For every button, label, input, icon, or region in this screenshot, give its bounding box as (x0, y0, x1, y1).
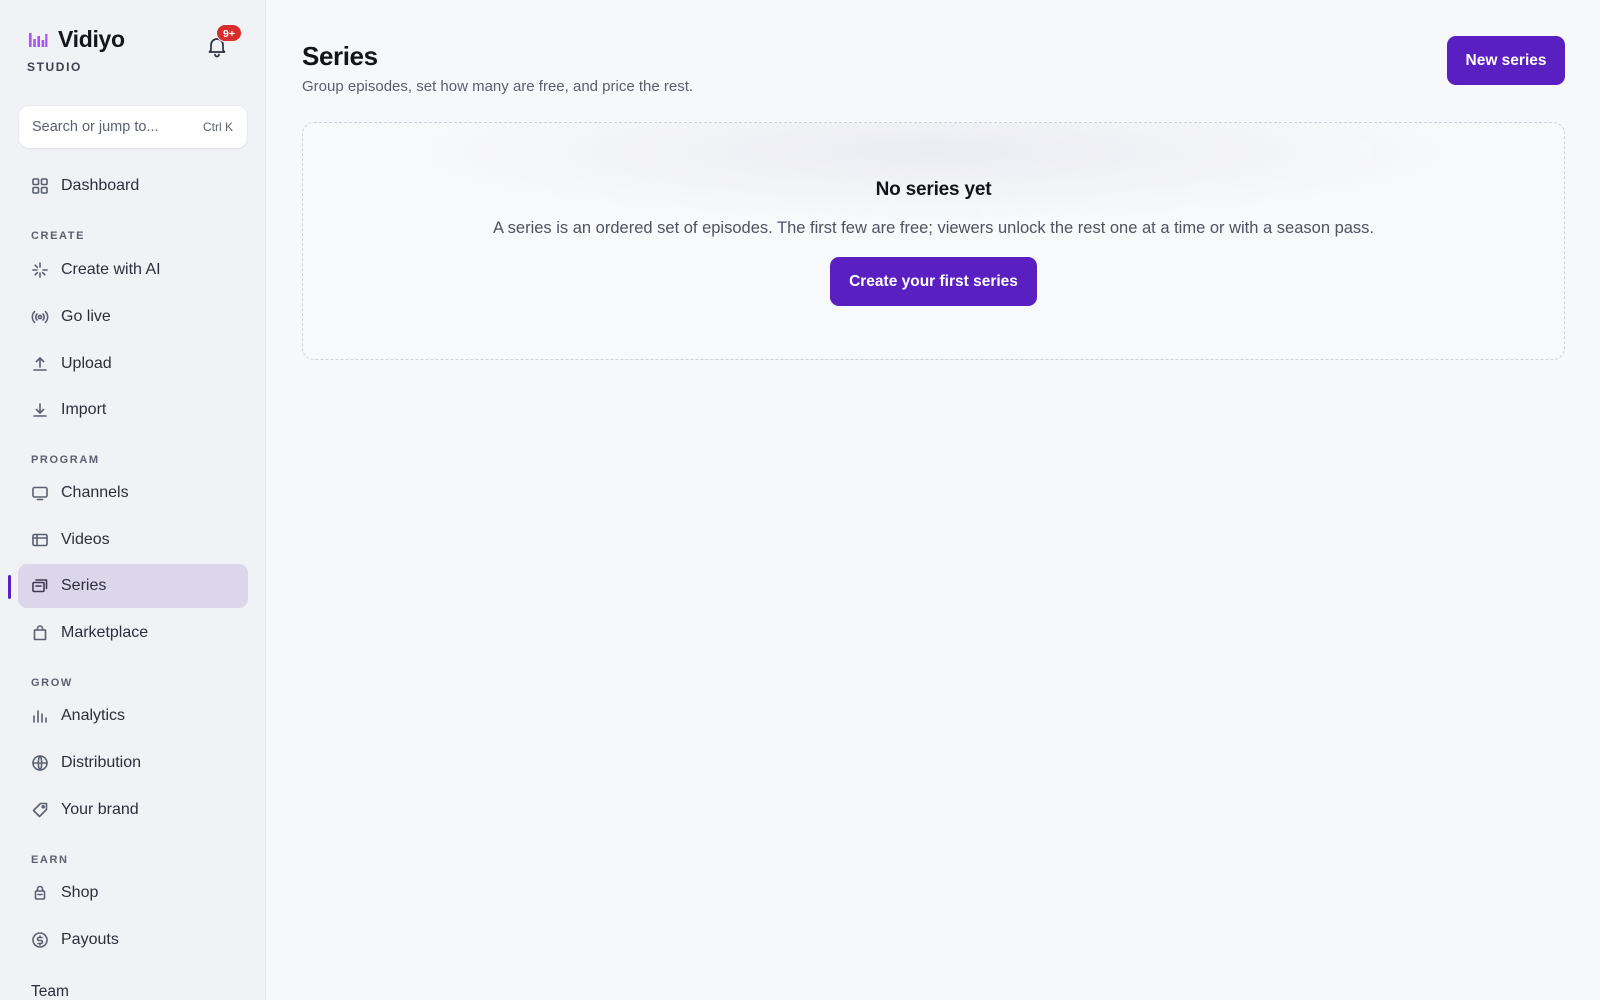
brand-name: Vidiyo (58, 26, 125, 52)
search-input[interactable]: Search or jump to... Ctrl K (19, 106, 247, 148)
sparkle-icon (31, 261, 49, 279)
search-shortcut: Ctrl K (203, 120, 233, 134)
sidebar-item-label: Distribution (61, 754, 142, 771)
sidebar-item-label: Create with AI (61, 261, 161, 278)
broadcast-icon (31, 308, 49, 326)
notification-badge: 9+ (216, 24, 242, 42)
monitor-icon (31, 484, 49, 502)
empty-state-title: No series yet (875, 179, 992, 200)
download-icon (31, 401, 49, 419)
sidebar-item-import[interactable]: Import (18, 388, 248, 432)
sidebar-item-shop[interactable]: Shop (18, 871, 248, 915)
sidebar-item-analytics[interactable]: Analytics (18, 694, 248, 738)
sidebar-item-label: Payouts (61, 931, 119, 948)
tag-icon (31, 801, 49, 819)
sidebar-item-marketplace[interactable]: Marketplace (18, 611, 248, 655)
brand[interactable]: Vidiyo (28, 26, 125, 53)
sidebar-item-label: Shop (61, 884, 99, 901)
sidebar-item-label: Channels (61, 484, 129, 501)
page-subtitle: Group episodes, set how many are free, a… (302, 78, 694, 95)
sidebar-item-label: Series (61, 577, 107, 594)
sidebar-item-label: Upload (61, 355, 112, 372)
sidebar-item-label: Videos (61, 531, 110, 548)
sidebar-item-label: Dashboard (61, 177, 140, 194)
globe-icon (31, 754, 49, 772)
create-first-series-button[interactable]: Create your first series (830, 257, 1037, 306)
active-indicator (8, 575, 11, 599)
section-label-grow: GROW (31, 677, 73, 689)
sidebar-item-dashboard[interactable]: Dashboard (18, 164, 248, 208)
section-label-program: PROGRAM (31, 454, 100, 466)
section-label-earn: EARN (31, 854, 69, 866)
sidebar-item-team[interactable]: Team (31, 983, 69, 1000)
sidebar-item-label: Marketplace (61, 624, 149, 641)
empty-state-description: A series is an ordered set of episodes. … (492, 219, 1375, 237)
sidebar-item-label: Analytics (61, 707, 126, 724)
dollar-circle-icon (31, 931, 49, 949)
sidebar-item-label: Import (61, 401, 107, 418)
sidebar-item-distribution[interactable]: Distribution (18, 741, 248, 785)
sidebar-item-series[interactable]: Series (18, 564, 248, 608)
search-placeholder: Search or jump to... (32, 119, 159, 135)
sidebar-item-videos[interactable]: Videos (18, 518, 248, 562)
sidebar-item-channels[interactable]: Channels (18, 471, 248, 515)
sidebar-item-payouts[interactable]: Payouts (18, 918, 248, 962)
brand-subtitle: STUDIO (27, 60, 82, 74)
sidebar-item-label: Your brand (61, 801, 139, 818)
grid-icon (31, 177, 49, 195)
stack-icon (31, 577, 49, 595)
sidebar-item-upload[interactable]: Upload (18, 342, 248, 386)
bar-chart-icon (31, 707, 49, 725)
bars-logo-icon (29, 32, 48, 47)
section-label-create: CREATE (31, 230, 86, 242)
upload-icon (31, 355, 49, 373)
sidebar: Vidiyo STUDIO 9+ Search or jump to... Ct… (0, 0, 266, 1000)
shopping-bag-icon (31, 624, 49, 642)
shop-bag-icon (31, 884, 49, 902)
empty-state-card: No series yet A series is an ordered set… (302, 122, 1565, 360)
sidebar-item-your-brand[interactable]: Your brand (18, 788, 248, 832)
sidebar-item-label: Go live (61, 308, 111, 325)
video-frame-icon (31, 531, 49, 549)
sidebar-item-create-with-ai[interactable]: Create with AI (18, 248, 248, 292)
sidebar-item-go-live[interactable]: Go live (18, 295, 248, 339)
new-series-button[interactable]: New series (1447, 36, 1565, 85)
page-title: Series (302, 41, 378, 71)
